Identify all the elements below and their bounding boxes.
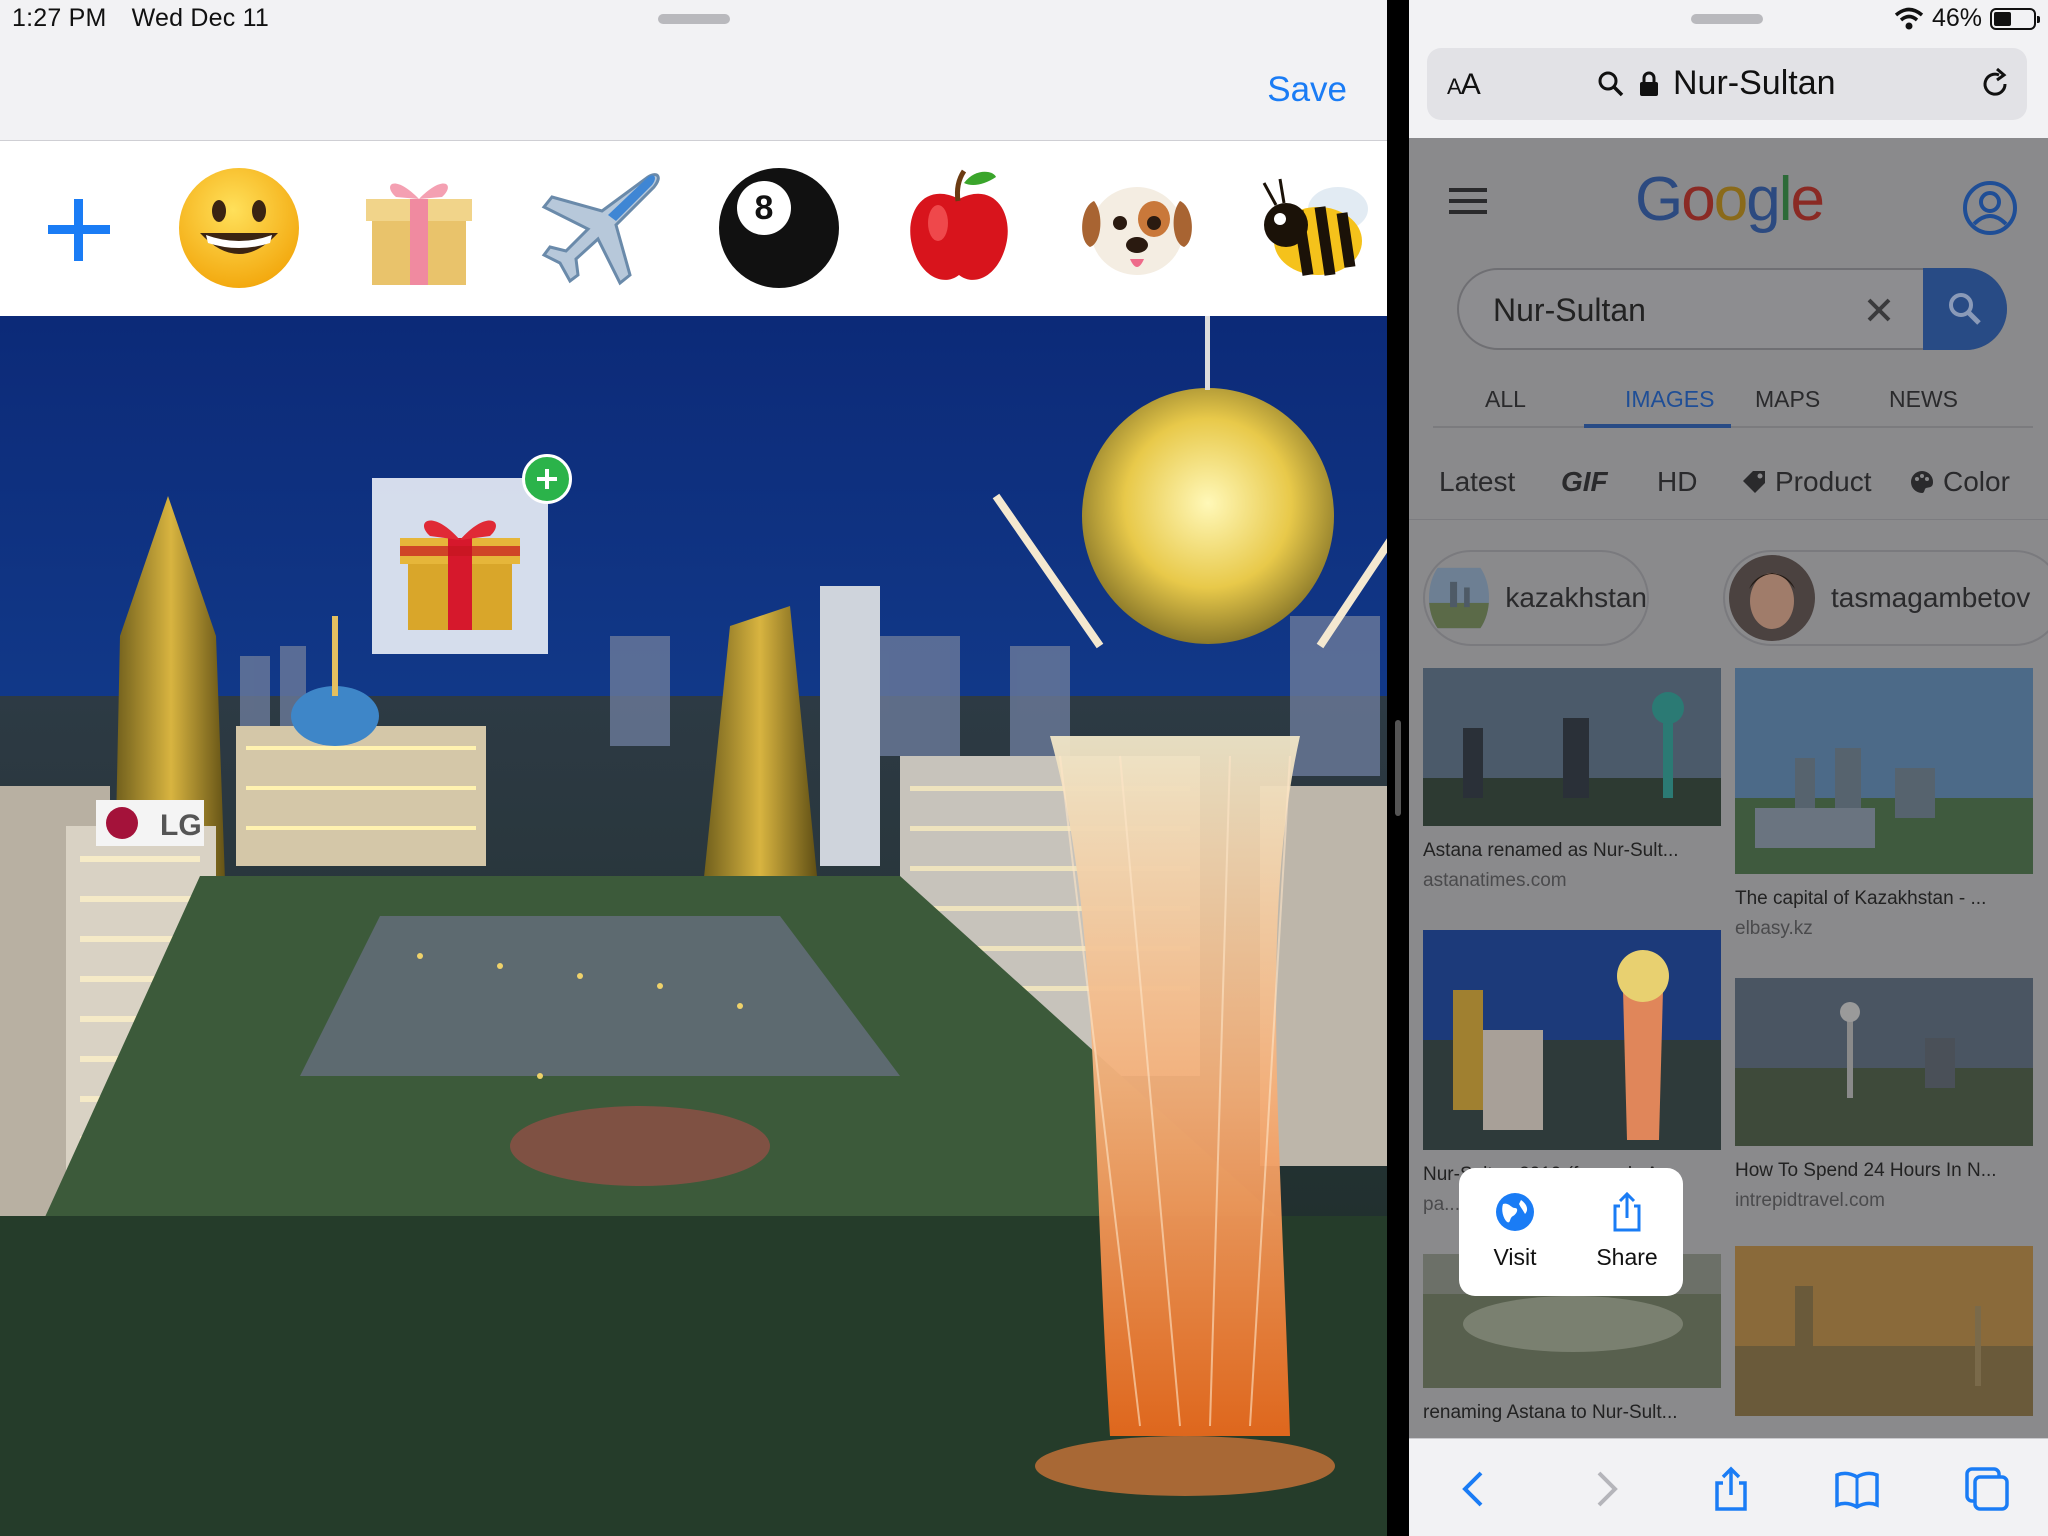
share-button[interactable]: Share — [1571, 1168, 1683, 1296]
share-label: Share — [1596, 1244, 1658, 1270]
active-tab-indicator — [1584, 424, 1731, 428]
share-icon — [1613, 1191, 1641, 1232]
tabs-icon[interactable] — [1963, 1465, 2011, 1513]
reader-view-button[interactable]: AA — [1447, 68, 1481, 102]
lock-icon — [1640, 71, 1658, 96]
status-time: 1:27 PM — [12, 4, 107, 32]
battery-icon — [1990, 7, 2040, 30]
search-tabs: ALL IMAGES MAPS NEWS — [1433, 374, 2033, 428]
battery-percent: 46% — [1931, 4, 1982, 32]
dog-face-sticker[interactable] — [1064, 155, 1210, 301]
address-bar[interactable]: AA Nur-Sultan — [1427, 48, 2027, 120]
airplane-sticker[interactable] — [528, 155, 674, 301]
tag-icon — [1743, 471, 1765, 493]
filter-color[interactable]: Color — [1909, 466, 2010, 498]
address-display: Nur-Sultan — [1597, 64, 1836, 103]
clear-icon[interactable] — [1861, 292, 1897, 328]
markup-app-pane: 1:27 PM Wed Dec 11 Save 8 LG — [0, 0, 1387, 1536]
google-logo[interactable]: Google — [1635, 164, 1825, 235]
plus-icon[interactable] — [40, 191, 118, 269]
share-icon[interactable] — [1707, 1465, 1755, 1513]
link-context-popup: Visit Share — [1459, 1168, 1683, 1296]
result-thumbnail — [1735, 978, 2033, 1146]
image-filter-row: Latest GIF HD Product Color — [1409, 456, 2048, 520]
svg-text:8: 8 — [755, 189, 774, 227]
result-caption: How To Spend 24 Hours In N... — [1735, 1160, 1997, 1181]
split-view-handle[interactable] — [1395, 720, 1401, 816]
visit-button[interactable]: Visit — [1459, 1168, 1571, 1296]
honeybee-sticker[interactable] — [1242, 155, 1387, 301]
filter-product[interactable]: Product — [1741, 466, 1872, 498]
address-url-text: Nur-Sultan — [1673, 64, 1836, 102]
filter-gif[interactable]: GIF — [1561, 466, 1608, 498]
chip-label: tasmagambetov — [1831, 582, 2031, 613]
forward-icon[interactable] — [1581, 1465, 1629, 1513]
related-chip-kazakhstan[interactable]: kazakhstan — [1423, 550, 1649, 646]
image-result[interactable]: Astana renamed as Nur-Sult... astanatime… — [1423, 668, 1721, 892]
bookmarks-icon[interactable] — [1833, 1465, 1881, 1513]
gift-sticker[interactable] — [346, 155, 492, 301]
wifi-icon — [1894, 7, 1924, 31]
grinning-face-sticker[interactable] — [166, 155, 312, 301]
plus-circle-icon[interactable] — [522, 454, 572, 504]
result-caption: The capital of Kazakhstan - ... — [1735, 888, 1987, 909]
tab-all[interactable]: ALL — [1485, 386, 1526, 413]
chip-thumbnail — [1429, 555, 1490, 641]
result-thumbnail — [1423, 668, 1721, 826]
image-result[interactable] — [1735, 1246, 2033, 1416]
google-search-button[interactable] — [1923, 268, 2007, 350]
google-search-box[interactable]: Nur-Sultan — [1457, 268, 2007, 350]
result-thumbnail — [1735, 1246, 2033, 1416]
result-source: elbasy.kz — [1735, 918, 1813, 939]
filter-latest[interactable]: Latest — [1439, 466, 1515, 498]
result-thumbnail — [1735, 668, 2033, 874]
safari-pane: 46% AA Nur-Sultan Google Nur-Sultan ALL … — [1409, 0, 2048, 1536]
tab-images[interactable]: IMAGES — [1625, 386, 1714, 413]
filter-hd-label: HD — [1657, 466, 1698, 497]
save-button[interactable]: Save — [1267, 70, 1347, 110]
filter-latest-label: Latest — [1439, 466, 1516, 497]
safari-bottom-toolbar — [1409, 1438, 2048, 1536]
tab-maps[interactable]: MAPS — [1755, 386, 1820, 413]
nur-sultan-skyline-photo[interactable]: LG — [0, 316, 1387, 1536]
globe-icon — [1496, 1193, 1534, 1231]
status-date: Wed Dec 11 — [131, 4, 269, 32]
search-icon — [1949, 293, 1981, 325]
result-caption: renaming Astana to Nur-Sult... — [1423, 1402, 1678, 1423]
image-result[interactable]: How To Spend 24 Hours In N... intrepidtr… — [1735, 978, 2033, 1212]
status-bar-left: 1:27 PM Wed Dec 11 — [12, 4, 287, 33]
image-result[interactable]: The capital of Kazakhstan - ... elbasy.k… — [1735, 668, 2033, 940]
hamburger-menu-icon[interactable] — [1449, 188, 1487, 214]
filter-color-label: Color — [1943, 466, 2010, 497]
reload-icon[interactable] — [1977, 66, 2013, 102]
chip-thumbnail — [1729, 555, 1815, 641]
filter-gif-label: GIF — [1561, 466, 1608, 497]
tab-news[interactable]: NEWS — [1889, 386, 1958, 413]
placed-gift-sticker[interactable] — [372, 478, 548, 654]
battery-level-fill — [1994, 11, 2012, 26]
related-chip-tasmagambetov[interactable]: tasmagambetov — [1723, 550, 2048, 646]
sticker-tray: 8 — [0, 141, 1387, 316]
chip-label: kazakhstan — [1505, 582, 1647, 613]
visit-label: Visit — [1493, 1244, 1537, 1270]
lg-sign-text: LG — [160, 809, 202, 842]
account-icon[interactable] — [1962, 180, 2018, 236]
multitasking-grabber[interactable] — [658, 14, 730, 24]
search-icon — [1598, 71, 1624, 96]
result-source: astanatimes.com — [1423, 870, 1567, 891]
result-source: intrepidtravel.com — [1735, 1190, 1885, 1211]
filter-hd[interactable]: HD — [1657, 466, 1697, 498]
eight-ball-sticker[interactable]: 8 — [706, 155, 852, 301]
multitasking-grabber-right[interactable] — [1691, 14, 1763, 24]
google-search-input[interactable]: Nur-Sultan — [1493, 292, 1646, 329]
filter-product-label: Product — [1775, 466, 1872, 497]
red-apple-sticker[interactable] — [886, 155, 1032, 301]
palette-icon — [1911, 471, 1933, 493]
result-thumbnail — [1423, 930, 1721, 1150]
result-caption: Astana renamed as Nur-Sult... — [1423, 840, 1679, 861]
back-icon[interactable] — [1451, 1465, 1499, 1513]
status-bar-right: 46% — [1894, 4, 2040, 33]
